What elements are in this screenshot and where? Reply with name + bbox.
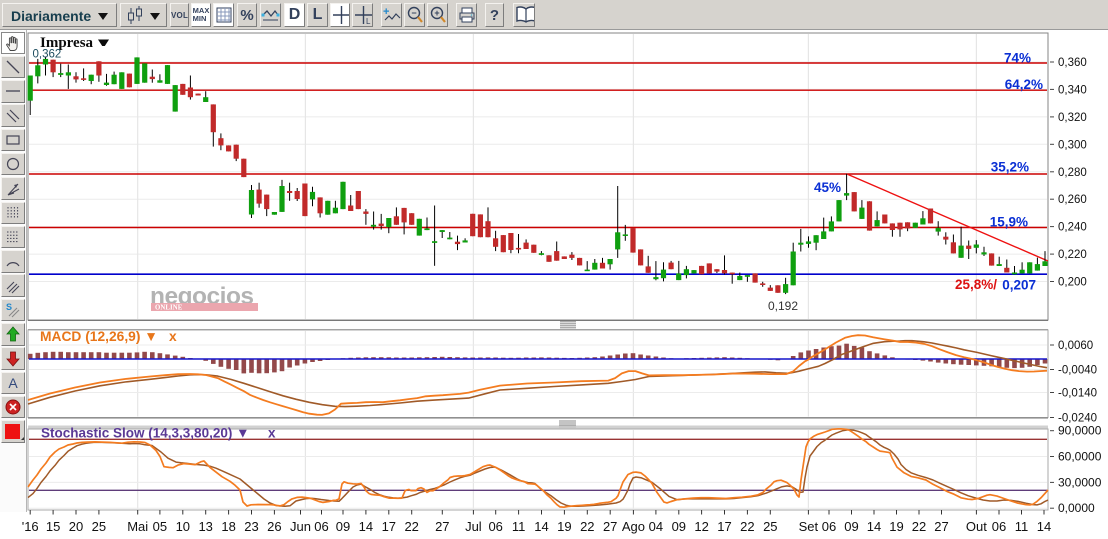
svg-text:ONLINE: ONLINE [155, 305, 183, 312]
svg-text:25,8%/: 25,8%/ [955, 277, 997, 292]
svg-text:'16: '16 [22, 519, 39, 534]
svg-text:22: 22 [740, 519, 754, 534]
svg-text:Set: Set [799, 519, 819, 534]
svg-text:90,0000: 90,0000 [1058, 424, 1102, 438]
svg-text:0,360: 0,360 [1058, 57, 1087, 69]
svg-text:0,220: 0,220 [1058, 249, 1087, 261]
svg-text:23: 23 [244, 519, 258, 534]
svg-text:Mai: Mai [127, 519, 148, 534]
svg-text:0,260: 0,260 [1058, 194, 1087, 206]
svg-text:06: 06 [314, 519, 328, 534]
svg-text:30,0000: 30,0000 [1058, 475, 1102, 489]
svg-text:S: S [6, 302, 12, 312]
svg-text:18: 18 [221, 519, 235, 534]
svg-text:25: 25 [763, 519, 777, 534]
svg-text:0,320: 0,320 [1058, 112, 1087, 124]
svg-text:19: 19 [557, 519, 571, 534]
svg-text:06: 06 [488, 519, 502, 534]
svg-text:-0,0140: -0,0140 [1058, 388, 1097, 400]
svg-text:06: 06 [992, 519, 1006, 534]
svg-text:+: + [434, 8, 439, 18]
svg-text:26: 26 [267, 519, 281, 534]
svg-text:17: 17 [717, 519, 731, 534]
svg-text:35,2%: 35,2% [991, 160, 1029, 175]
svg-text:0,240: 0,240 [1058, 222, 1087, 234]
svg-text:15: 15 [46, 519, 60, 534]
svg-text:13: 13 [198, 519, 212, 534]
svg-text:A: A [8, 375, 18, 391]
svg-text:45%: 45% [814, 180, 841, 195]
svg-text:Out: Out [966, 519, 987, 534]
svg-text:14: 14 [534, 519, 548, 534]
svg-text:74%: 74% [1004, 51, 1031, 66]
svg-text:06: 06 [822, 519, 836, 534]
svg-text:14: 14 [359, 519, 373, 534]
svg-text:14: 14 [1037, 519, 1051, 534]
svg-text:0,362: 0,362 [33, 49, 62, 61]
svg-text:15,9%: 15,9% [990, 215, 1028, 230]
svg-text:−: − [411, 8, 416, 18]
svg-text:09: 09 [672, 519, 686, 534]
svg-text:0,0000: 0,0000 [1058, 501, 1095, 515]
svg-text:14: 14 [867, 519, 881, 534]
svg-text:Ago: Ago [622, 519, 645, 534]
svg-text:17: 17 [382, 519, 396, 534]
svg-text:-0,0040: -0,0040 [1058, 365, 1097, 377]
svg-text:x: x [169, 329, 177, 344]
svg-text:0,192: 0,192 [768, 299, 798, 313]
svg-text:27: 27 [435, 519, 449, 534]
svg-text:09: 09 [336, 519, 350, 534]
svg-text:20: 20 [69, 519, 83, 534]
svg-text:L: L [366, 17, 371, 26]
svg-text:Jul: Jul [465, 519, 482, 534]
svg-text:22: 22 [580, 519, 594, 534]
svg-text:10: 10 [176, 519, 190, 534]
svg-text:0,207: 0,207 [1002, 278, 1036, 293]
svg-text:27: 27 [934, 519, 948, 534]
svg-text:-0,0240: -0,0240 [1058, 413, 1097, 425]
svg-text:12: 12 [694, 519, 708, 534]
svg-text:09: 09 [844, 519, 858, 534]
svg-text:0,280: 0,280 [1058, 167, 1087, 179]
svg-text:25: 25 [92, 519, 106, 534]
svg-text:11: 11 [512, 519, 526, 534]
svg-text:19: 19 [889, 519, 903, 534]
svg-text:0,200: 0,200 [1058, 277, 1087, 289]
svg-text:0,340: 0,340 [1058, 84, 1087, 96]
svg-text:27: 27 [603, 519, 617, 534]
svg-text:11: 11 [1015, 519, 1029, 534]
svg-text:22: 22 [912, 519, 926, 534]
svg-text:0,300: 0,300 [1058, 139, 1087, 151]
svg-text:Jun: Jun [290, 519, 311, 534]
svg-text:MACD (12,26,9) ▼: MACD (12,26,9) ▼ [40, 329, 158, 344]
svg-text:04: 04 [649, 519, 663, 534]
svg-text:64,2%: 64,2% [1005, 77, 1043, 92]
svg-text:Stochastic Slow (14,3,3,80,20): Stochastic Slow (14,3,3,80,20) ▼ [41, 426, 249, 441]
svg-text:22: 22 [404, 519, 418, 534]
svg-text:0,0060: 0,0060 [1058, 340, 1093, 352]
svg-text:60,0000: 60,0000 [1058, 450, 1102, 464]
svg-text:x: x [268, 426, 276, 441]
svg-text:05: 05 [153, 519, 167, 534]
